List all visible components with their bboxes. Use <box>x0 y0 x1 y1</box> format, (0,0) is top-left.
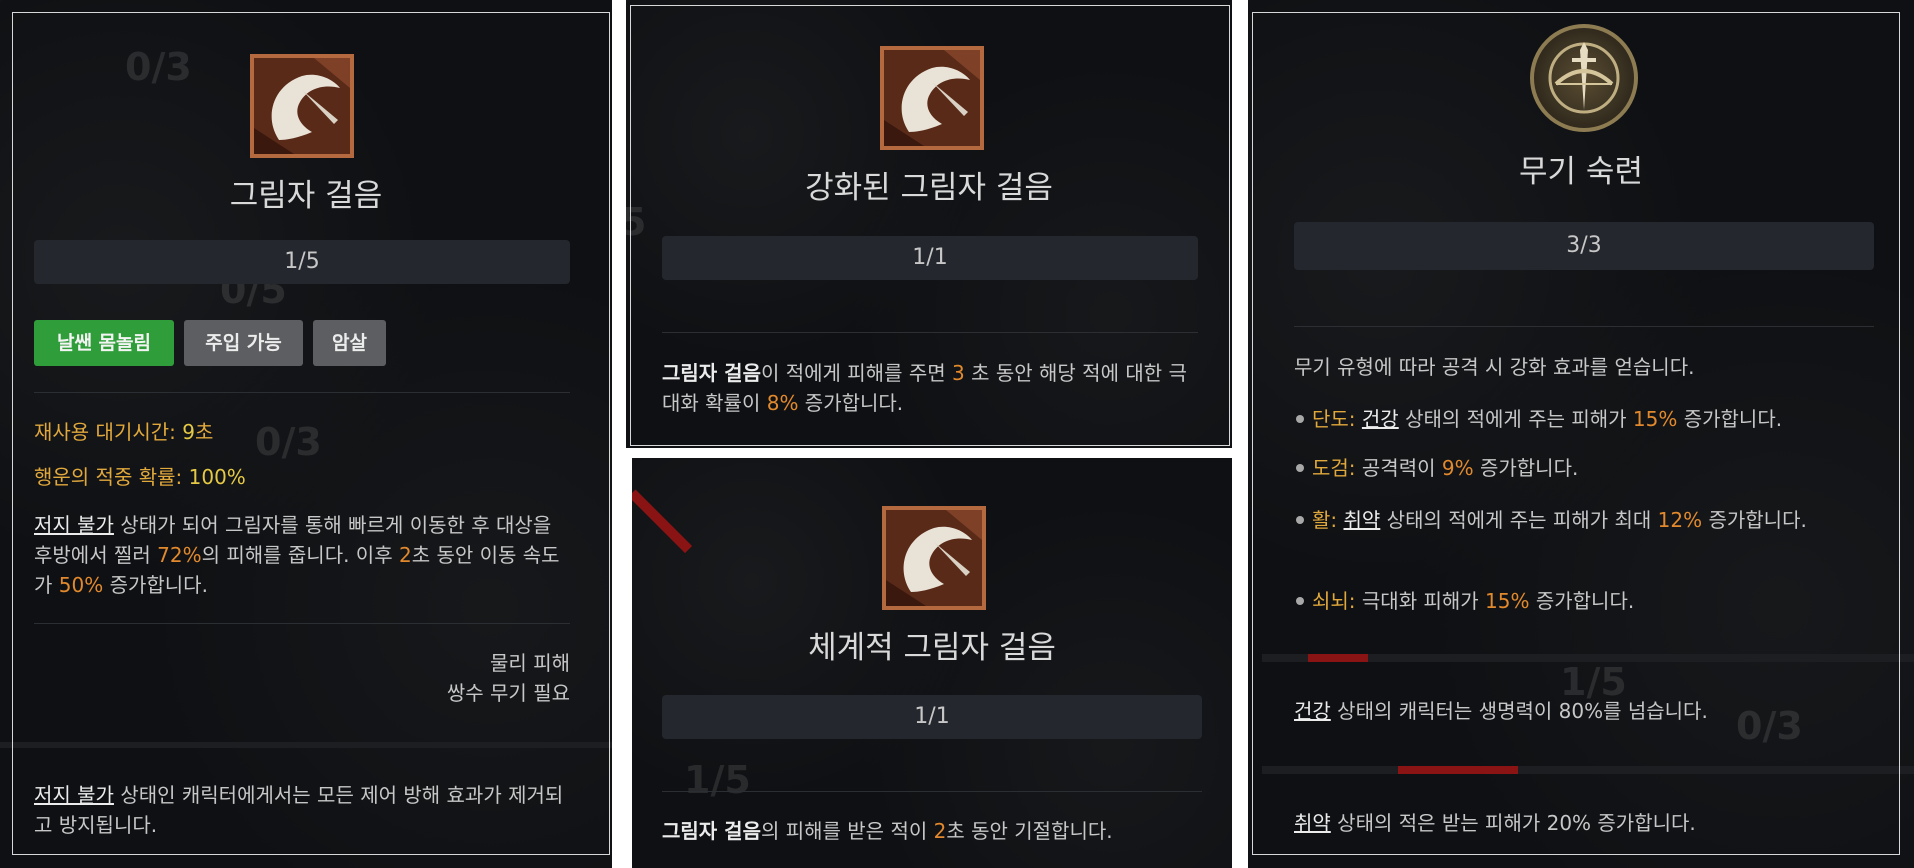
skill-description: 그림자 걸음의 피해를 받은 적이 2초 동안 기절합니다. <box>662 816 1202 846</box>
note-text: 상태의 적은 받는 피해가 20% 증가합니다. <box>1330 811 1696 835</box>
skill-tooltip-enhanced-shadow-step: 5 강화된 그림자 걸음 1/1 그림자 걸음이 적에게 피해를 주면 3 초 … <box>626 0 1232 448</box>
bullet-dot <box>1296 415 1304 423</box>
bonus-text: 증가합니다. <box>1677 407 1783 431</box>
keyword-vulnerable[interactable]: 취약 <box>1344 508 1381 532</box>
lucky-hit-label: 행운의 적중 확률: <box>34 465 183 489</box>
damage-type: 물리 피해 <box>490 651 570 675</box>
weapon-name: 활: <box>1312 508 1338 532</box>
skill-rank: 3/3 <box>1294 222 1874 270</box>
bonus-text: 극대화 피해가 <box>1355 589 1486 613</box>
desc-text: 초 동안 기절합니다. <box>946 819 1113 843</box>
bonus-text: 공격력이 <box>1355 456 1442 480</box>
weapon-bonus-dagger: 단도: 건강 상태의 적에게 주는 피해가 15% 증가합니다. <box>1292 404 1892 434</box>
section-divider <box>34 623 570 624</box>
bonus-value: 9% <box>1441 456 1474 480</box>
desc-speed: 50% <box>58 573 104 597</box>
footer-band <box>0 742 612 748</box>
section-divider <box>662 791 1202 792</box>
note-text: 상태인 캐릭터에게서는 모든 제어 방해 효과가 제거되고 방지됩니다. <box>34 783 564 837</box>
skill-reference: 그림자 걸음 <box>662 819 761 843</box>
keyword-note-vulnerable: 취약 상태의 적은 받는 피해가 20% 증가합니다. <box>1294 808 1894 838</box>
weapon-name: 도검: <box>1312 456 1356 480</box>
desc-text: 의 피해를 줍니다. 이후 <box>201 543 399 567</box>
bonus-text: 증가합니다. <box>1529 589 1635 613</box>
skill-title: 그림자 걸음 <box>229 178 383 214</box>
skill-title: 무기 숙련 <box>1519 154 1643 190</box>
bonus-text: 증가합니다. <box>1702 508 1807 532</box>
skill-title: 체계적 그림자 걸음 <box>808 630 1056 666</box>
weapon-name: 쇠뇌: <box>1312 589 1356 613</box>
keyword-unstoppable[interactable]: 저지 불가 <box>34 513 114 537</box>
skill-rank: 1/1 <box>662 695 1202 739</box>
shadow-step-blade-icon <box>882 506 986 610</box>
desc-text: 증가합니다. <box>103 573 208 597</box>
section-band <box>1262 766 1914 774</box>
cooldown-unit: 초 <box>195 420 214 444</box>
bullet-dot <box>1296 597 1304 605</box>
bonus-value: 12% <box>1657 508 1703 532</box>
skill-description: 저지 불가 상태가 되어 그림자를 통해 빠르게 이동한 후 대상을 후방에서 … <box>34 510 564 600</box>
desc-seconds: 3 <box>952 361 965 385</box>
keyword-vulnerable[interactable]: 취약 <box>1294 811 1331 835</box>
bonus-text: 증가합니다. <box>1473 456 1579 480</box>
shadow-step-blade-icon <box>880 46 984 150</box>
passive-intro: 무기 유형에 따라 공격 시 강화 효과를 얻습니다. <box>1294 355 1695 379</box>
lucky-hit-value: 100% <box>188 465 246 489</box>
cooldown-value: 9 <box>182 420 195 444</box>
tag-assassination[interactable]: 암살 <box>313 320 386 366</box>
weapon-bonus-crossbow: 쇠뇌: 극대화 피해가 15% 증가합니다. <box>1292 586 1892 616</box>
weapon-bonus-bow: 활: 취약 상태의 적에게 주는 피해가 최대 12% 증가합니다. <box>1292 505 1904 535</box>
desc-duration: 2 <box>398 543 412 567</box>
shadow-step-blade-icon <box>250 54 354 158</box>
skill-title: 강화된 그림자 걸음 <box>805 170 1053 206</box>
skill-tooltip-weapon-mastery: 무기 숙련 3/3 무기 유형에 따라 공격 시 강화 효과를 얻습니다. 단도… <box>1248 0 1914 868</box>
background-tree-line <box>1398 766 1518 774</box>
bonus-text: 상태의 적에게 주는 피해가 <box>1398 407 1633 431</box>
note-text: 상태의 캐릭터는 생명력이 80%를 넘습니다. <box>1330 699 1708 723</box>
weapon-name: 단도: <box>1312 407 1356 431</box>
bonus-text: 상태의 적에게 주는 피해가 최대 <box>1380 508 1658 532</box>
background-rank-counter: 0/3 <box>125 45 192 89</box>
skill-rank: 1/5 <box>34 240 570 284</box>
background-tree-line <box>1308 654 1368 662</box>
bonus-value: 15% <box>1485 589 1530 613</box>
desc-seconds: 2 <box>933 819 947 843</box>
skill-tooltip-shadow-step: 0/3 0/5 0/3 그림자 걸음 1/5 날쌘 몸놀림 주입 가능 암살 재… <box>0 0 612 868</box>
bonus-value: 15% <box>1632 407 1678 431</box>
tag-agility[interactable]: 날쌘 몸놀림 <box>34 320 174 366</box>
lucky-hit-line: 행운의 적중 확률: 100% <box>34 462 246 492</box>
keyword-unstoppable[interactable]: 저지 불가 <box>34 783 114 807</box>
weapon-bonus-sword: 도검: 공격력이 9% 증가합니다. <box>1292 453 1892 483</box>
skill-description: 그림자 걸음이 적에게 피해를 주면 3 초 동안 해당 적에 대한 극대화 확… <box>662 358 1202 418</box>
weapon-requirement: 쌍수 무기 필요 <box>446 681 570 705</box>
cooldown-label: 재사용 대기시간: <box>34 420 176 444</box>
desc-damage: 72% <box>157 543 202 567</box>
background-rank-counter: 1/5 <box>684 758 751 802</box>
section-divider <box>34 392 570 393</box>
bullet-dot <box>1296 464 1304 472</box>
keyword-healthy[interactable]: 건강 <box>1362 407 1399 431</box>
skill-tooltip-methodical-shadow-step: 1/5 체계적 그림자 걸음 1/1 그림자 걸음의 피해를 받은 적이 2초 … <box>632 458 1232 868</box>
desc-text: 의 피해를 받은 적이 <box>760 819 934 843</box>
bullet-dot <box>1296 516 1304 524</box>
background-rank-counter: 0/3 <box>255 420 322 464</box>
sword-crossbow-emblem-icon <box>1530 24 1638 132</box>
keyword-healthy[interactable]: 건강 <box>1294 699 1331 723</box>
desc-text: 증가합니다. <box>798 391 904 415</box>
skill-reference: 그림자 걸음 <box>662 361 761 385</box>
section-divider <box>1294 326 1874 327</box>
keyword-note-healthy: 건강 상태의 캐릭터는 생명력이 80%를 넘습니다. <box>1294 696 1894 726</box>
desc-percent: 8% <box>766 391 799 415</box>
keyword-note: 저지 불가 상태인 캐릭터에게서는 모든 제어 방해 효과가 제거되고 방지됩니… <box>34 780 574 840</box>
desc-text: 이 적에게 피해를 주면 <box>760 361 952 385</box>
skill-rank: 1/1 <box>662 236 1198 280</box>
cooldown-line: 재사용 대기시간: 9초 <box>34 417 213 447</box>
section-divider <box>662 332 1198 333</box>
tag-imbueable[interactable]: 주입 가능 <box>184 320 303 366</box>
